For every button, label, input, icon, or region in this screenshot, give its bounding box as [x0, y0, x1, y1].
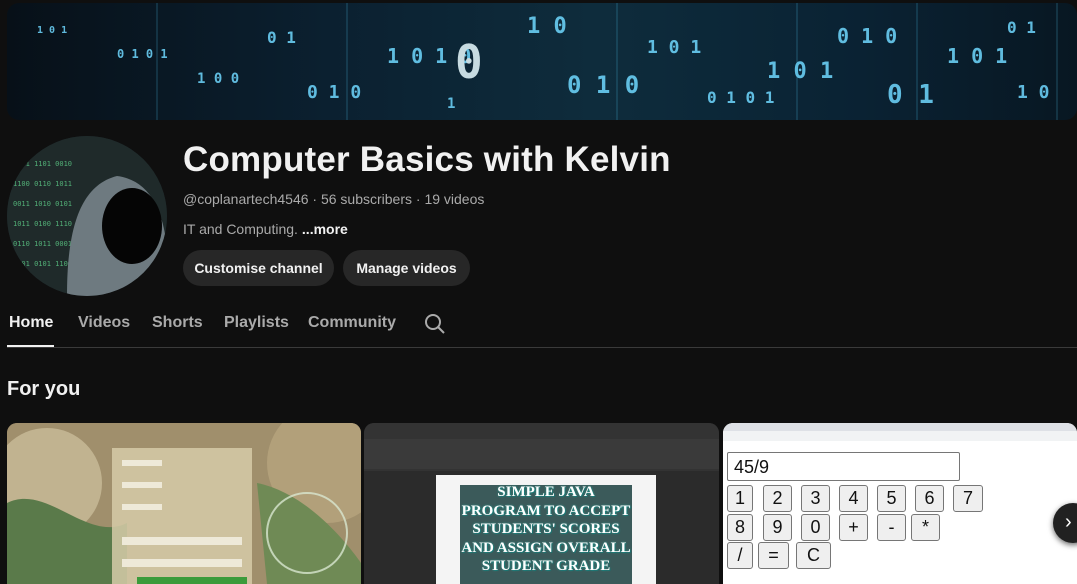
svg-text:0 1: 0 1: [267, 28, 296, 47]
calc-key: /: [727, 542, 753, 569]
calc-key: 4: [839, 485, 868, 512]
svg-text:1 0 1: 1 0 1: [37, 25, 67, 36]
svg-text:1 0 1: 1 0 1: [947, 44, 1007, 68]
tab-playlists[interactable]: Playlists: [224, 314, 289, 332]
video-thumbnail-1[interactable]: [7, 423, 361, 584]
svg-text:1 0: 1 0: [1017, 82, 1050, 103]
calc-key: 2: [763, 485, 792, 512]
calc-key: 3: [801, 485, 830, 512]
svg-text:1: 1: [447, 96, 455, 112]
tab-shorts[interactable]: Shorts: [152, 314, 203, 332]
calc-key: *: [911, 514, 940, 541]
svg-text:0 1 0: 0 1 0: [307, 82, 361, 103]
svg-text:0110 1011 0001: 0110 1011 0001: [13, 240, 72, 248]
svg-text:0101 1101 0010: 0101 1101 0010: [13, 160, 72, 168]
svg-text:0 1 0 1: 0 1 0 1: [707, 88, 774, 107]
calculator-display: 45/9: [727, 452, 960, 481]
search-icon[interactable]: [423, 312, 447, 336]
svg-text:0 1: 0 1: [1007, 18, 1036, 37]
video-thumbnail-3[interactable]: 45/9 1 2 3 4 5 6 7 8 9 0 + - * / = C: [723, 423, 1077, 584]
calc-key: 0: [801, 514, 830, 541]
channel-avatar[interactable]: 0101 1101 0010 1100 0110 1011 0011 1010 …: [7, 136, 167, 296]
section-title: For you: [7, 378, 81, 400]
svg-text:0: 0: [455, 35, 483, 89]
description-text: IT and Computing.: [183, 221, 298, 237]
channel-meta: @coplanartech4546 · 56 subscribers · 19 …: [183, 191, 485, 207]
active-tab-indicator: [7, 345, 54, 347]
banner-art: 1 0 1 0 1 0 1 1 0 0 0 1 0 1 0 1 0 1 0 1 …: [37, 3, 1058, 120]
svg-text:0 1 0 1: 0 1 0 1: [117, 47, 168, 61]
calc-key: +: [839, 514, 868, 541]
svg-text:1 0: 1 0: [527, 14, 567, 39]
svg-text:1001 0101 1100: 1001 0101 1100: [13, 260, 72, 268]
svg-text:1011 0100 1110: 1011 0100 1110: [13, 220, 72, 228]
calc-key: C: [796, 542, 831, 569]
calc-key: 5: [877, 485, 906, 512]
calc-key: 7: [953, 485, 983, 512]
manage-videos-button[interactable]: Manage videos: [343, 250, 470, 286]
calc-key: -: [877, 514, 906, 541]
svg-text:1 0 1: 1 0 1: [647, 37, 701, 58]
browser-urlbar: [723, 431, 1077, 441]
svg-text:1100 0110 1011: 1100 0110 1011: [13, 180, 72, 188]
calc-key: 8: [727, 514, 753, 541]
tab-community[interactable]: Community: [308, 314, 396, 332]
login-form-thumbnail-image: [7, 423, 361, 584]
channel-title: Computer Basics with Kelvin: [183, 140, 671, 179]
calc-key: 1: [727, 485, 753, 512]
chevron-right-icon: ›: [1065, 511, 1072, 533]
svg-text:1 0 0: 1 0 0: [197, 71, 239, 87]
calc-key: 6: [915, 485, 944, 512]
channel-banner: 1 0 1 0 1 0 1 1 0 0 0 1 0 1 0 1 0 1 0 1 …: [7, 3, 1077, 120]
more-link[interactable]: ...more: [302, 221, 348, 237]
tab-videos[interactable]: Videos: [78, 314, 130, 332]
hooded-hacker-image: 0101 1101 0010 1100 0110 1011 0011 1010 …: [7, 136, 167, 296]
channel-tabs: Home Videos Shorts Playlists Community: [7, 300, 1077, 348]
calc-key: =: [758, 542, 789, 569]
channel-description[interactable]: IT and Computing. ...more: [183, 221, 348, 237]
svg-text:0011 1010 0101: 0011 1010 0101: [13, 200, 72, 208]
svg-text:0 1 0: 0 1 0: [567, 71, 639, 99]
svg-text:0 1 0: 0 1 0: [837, 24, 897, 48]
customise-channel-button[interactable]: Customise channel: [183, 250, 334, 286]
calc-key: 9: [763, 514, 792, 541]
svg-text:0 1: 0 1: [887, 80, 934, 110]
video-thumbnail-2[interactable]: SIMPLE JAVA PROGRAM TO ACCEPT STUDENTS' …: [364, 423, 719, 584]
browser-tabbar: [723, 423, 1077, 431]
word-ribbon: [364, 439, 719, 469]
tab-home[interactable]: Home: [9, 314, 53, 332]
svg-text:1 0 1: 1 0 1: [767, 59, 833, 84]
thumbnail-title-text: SIMPLE JAVA PROGRAM TO ACCEPT STUDENTS' …: [461, 484, 631, 574]
